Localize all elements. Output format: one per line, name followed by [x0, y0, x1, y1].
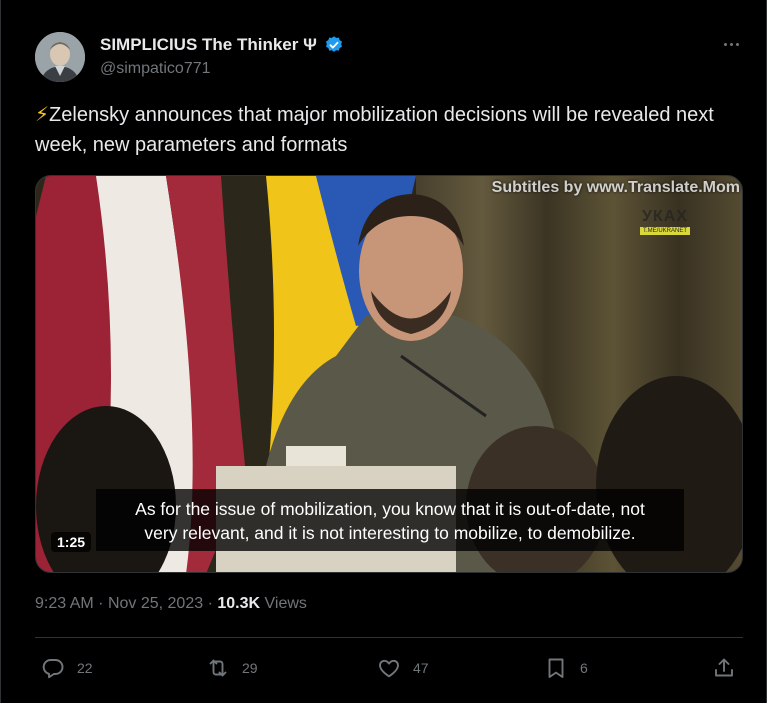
repost-button[interactable]: 29 [206, 654, 258, 682]
author-name-text: SIMPLICIUS The Thinker Ψ [100, 35, 317, 54]
views-label: Views [264, 595, 307, 612]
like-count: 47 [413, 660, 429, 676]
reply-count: 22 [77, 660, 93, 676]
tweet-card: SIMPLICIUS The Thinker Ψ @simpatico771 ⚡… [0, 0, 767, 703]
repost-count: 29 [242, 660, 258, 676]
video-watermark: Subtitles by www.Translate.Mom [492, 179, 740, 197]
heart-icon [379, 659, 399, 678]
meta-separator: · [207, 595, 213, 612]
tweet-meta: 9:23 AM · Nov 25, 2023 · 10.3K Views [35, 595, 307, 613]
avatar-portrait-icon [35, 32, 85, 82]
author-name[interactable]: SIMPLICIUS The Thinker Ψ [100, 35, 344, 55]
more-dot [723, 42, 727, 46]
video-duration: 1:25 [51, 532, 92, 552]
reply-button[interactable]: 22 [41, 654, 93, 682]
tweet-text: ⚡Zelensky announces that major mobilizat… [35, 100, 735, 160]
more-dot [735, 42, 739, 46]
tweet-body: Zelensky announces that major mobilizati… [35, 104, 714, 156]
subtitle-line-1: As for the issue of mobilization, you kn… [135, 499, 645, 519]
reply-icon [42, 659, 64, 679]
bookmark-button[interactable]: 6 [544, 654, 588, 682]
divider [35, 637, 743, 638]
channel-logo-text: УКАХ [642, 208, 688, 225]
repost-icon [209, 659, 227, 677]
meta-separator: · [98, 595, 104, 612]
author-avatar[interactable] [35, 32, 85, 82]
video-subtitle: As for the issue of mobilization, you kn… [96, 489, 684, 551]
watermark-text: Subtitles by www.Translate.Mom [491, 179, 740, 196]
like-button[interactable]: 47 [377, 654, 429, 682]
verified-badge-icon [325, 36, 342, 52]
share-icon [715, 658, 733, 677]
subtitle-line-2: very relevant, and it is not interesting… [144, 523, 636, 543]
bookmark-icon [548, 658, 564, 678]
lightning-emoji-icon: ⚡ [35, 104, 50, 126]
share-button[interactable] [712, 654, 736, 682]
tweet-date[interactable]: Nov 25, 2023 [108, 595, 203, 612]
channel-logo: УКАХ T.ME/UKRANET [640, 208, 690, 242]
more-options-icon[interactable] [717, 34, 745, 54]
channel-logo-subtext: T.ME/UKRANET [640, 227, 690, 235]
views-count: 10.3K [217, 595, 261, 612]
bookmark-count: 6 [580, 660, 588, 676]
author-handle[interactable]: @simpatico771 [100, 60, 211, 78]
tweet-time[interactable]: 9:23 AM [35, 595, 94, 612]
more-dot [729, 42, 733, 46]
video-player[interactable]: Subtitles by www.Translate.Mom УКАХ T.ME… [35, 175, 743, 573]
